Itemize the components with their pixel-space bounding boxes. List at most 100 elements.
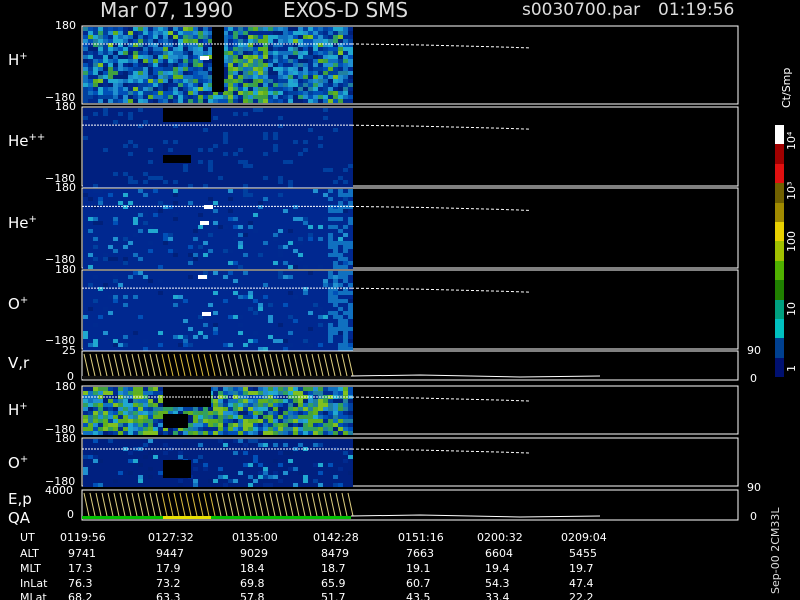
heatmap-cell bbox=[228, 91, 233, 95]
heatmap-cell bbox=[93, 249, 98, 253]
heatmap-cell bbox=[328, 39, 333, 43]
heatmap-cell bbox=[138, 91, 143, 95]
heatmap-cell bbox=[133, 283, 138, 287]
heatmap-cell bbox=[213, 331, 218, 335]
heatmap-cell bbox=[258, 152, 263, 156]
heatmap-cell bbox=[168, 136, 173, 140]
heatmap-cell bbox=[133, 431, 138, 435]
heatmap-cell bbox=[228, 323, 233, 327]
heatmap-cell bbox=[153, 112, 158, 116]
heatmap-cell bbox=[123, 71, 128, 75]
heatmap-cell bbox=[233, 152, 238, 156]
heatmap-cell bbox=[328, 47, 333, 51]
data-gap bbox=[163, 414, 188, 428]
heatmap-cell bbox=[88, 160, 93, 164]
heatmap-cell bbox=[133, 83, 138, 87]
heatmap-cell bbox=[238, 291, 243, 295]
heatmap-cell bbox=[248, 399, 253, 403]
heatmap-cell bbox=[233, 124, 238, 128]
heatmap-cell bbox=[348, 331, 353, 335]
heatmap-cell bbox=[168, 124, 173, 128]
heatmap-cell bbox=[318, 339, 323, 343]
heatmap-cell bbox=[123, 95, 128, 99]
heatmap-cell bbox=[183, 271, 188, 275]
heatmap-cell bbox=[243, 132, 248, 136]
heatmap-cell bbox=[123, 303, 128, 307]
heatmap-cell bbox=[238, 99, 243, 103]
heatmap-cell bbox=[283, 144, 288, 148]
heatmap-cell bbox=[263, 95, 268, 99]
heatmap-cell bbox=[133, 419, 138, 423]
heatmap-cell bbox=[243, 168, 248, 172]
heatmap-cell bbox=[113, 197, 118, 201]
heatmap-cell bbox=[273, 291, 278, 295]
heatmap-cell bbox=[123, 271, 128, 275]
heatmap-cell bbox=[263, 79, 268, 83]
heatmap-cell bbox=[228, 197, 233, 201]
heatmap-cell bbox=[148, 423, 153, 427]
heatmap-cell bbox=[173, 221, 178, 225]
heatmap-cell bbox=[238, 319, 243, 323]
heatmap-cell bbox=[318, 144, 323, 148]
heatmap-cell bbox=[198, 237, 203, 241]
heatmap-cell bbox=[238, 279, 243, 283]
heatmap-cell bbox=[293, 287, 298, 291]
heatmap-cell bbox=[98, 331, 103, 335]
heatmap-cell bbox=[288, 311, 293, 315]
heatmap-cell bbox=[173, 95, 178, 99]
heatmap-cell bbox=[153, 237, 158, 241]
heatmap-cell bbox=[258, 95, 263, 99]
heatmap-cell bbox=[293, 225, 298, 229]
heatmap-cell bbox=[233, 419, 238, 423]
heatmap-cell bbox=[243, 112, 248, 116]
heatmap-cell bbox=[328, 160, 333, 164]
heatmap-cell bbox=[93, 172, 98, 176]
heatmap-cell bbox=[243, 253, 248, 257]
heatmap-cell bbox=[323, 241, 328, 245]
heatmap-cell bbox=[268, 140, 273, 144]
heatmap-cell bbox=[298, 295, 303, 299]
heatmap-cell bbox=[328, 403, 333, 407]
heatmap-cell bbox=[103, 249, 108, 253]
heatmap-cell bbox=[228, 427, 233, 431]
heatmap-cell bbox=[93, 279, 98, 283]
heatmap-cell bbox=[118, 303, 123, 307]
pitch-curve bbox=[317, 353, 324, 377]
heatmap-cell bbox=[183, 299, 188, 303]
heatmap-cell bbox=[123, 415, 128, 419]
heatmap-cell bbox=[333, 279, 338, 283]
heatmap-cell bbox=[223, 303, 228, 307]
heatmap-cell bbox=[298, 407, 303, 411]
heatmap-cell bbox=[98, 315, 103, 319]
heatmap-cell bbox=[113, 209, 118, 213]
heatmap-cell bbox=[228, 327, 233, 331]
heatmap-cell bbox=[338, 112, 343, 116]
heatmap-cell bbox=[323, 387, 328, 391]
heatmap-cell bbox=[268, 347, 273, 351]
heatmap-cell bbox=[298, 213, 303, 217]
heatmap-cell bbox=[233, 112, 238, 116]
heatmap-cell bbox=[138, 95, 143, 99]
heatmap-cell bbox=[223, 180, 228, 184]
heatmap-cell bbox=[288, 291, 293, 295]
heatmap-cell bbox=[283, 233, 288, 237]
heatmap-cell bbox=[143, 120, 148, 124]
heatmap-cell bbox=[343, 205, 348, 209]
heatmap-cell bbox=[298, 275, 303, 279]
heatmap-cell bbox=[193, 99, 198, 103]
heatmap-cell bbox=[83, 112, 88, 116]
heatmap-cell bbox=[108, 108, 113, 112]
pitch-curve bbox=[131, 353, 138, 377]
heatmap-cell bbox=[333, 225, 338, 229]
heatmap-cell bbox=[178, 140, 183, 144]
pitch-curve bbox=[233, 353, 240, 377]
pitch-curve bbox=[185, 353, 192, 377]
pitch-curve bbox=[299, 353, 306, 377]
heatmap-cell bbox=[238, 112, 243, 116]
heatmap-cell bbox=[278, 75, 283, 79]
heatmap-cell bbox=[253, 415, 258, 419]
heatmap-cell bbox=[123, 225, 128, 229]
heatmap-cell bbox=[213, 323, 218, 327]
heatmap-cell bbox=[308, 168, 313, 172]
heatmap-cell bbox=[248, 67, 253, 71]
